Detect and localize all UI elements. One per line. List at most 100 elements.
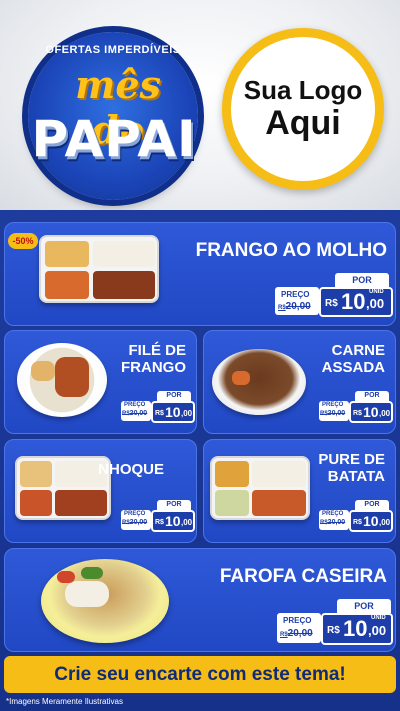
food-rice — [31, 361, 55, 381]
product-title: NHOQUE — [98, 461, 164, 478]
cta-banner[interactable]: Crie seu encarte com este tema! — [4, 656, 396, 693]
price-tag: POR PREÇO R$20,00 R$ 10 ,00 UNID — [277, 599, 393, 649]
price-integer: 10 — [363, 513, 379, 529]
currency: R$ — [155, 519, 164, 526]
por-label: POR — [157, 391, 191, 401]
food-image — [15, 456, 111, 520]
currency: R$ — [353, 519, 362, 526]
old-price: R$20,00 — [122, 519, 147, 526]
price-decimal: ,00 — [379, 409, 391, 418]
old-price-box: PREÇO R$20,00 — [275, 287, 319, 315]
old-price: R$20,00 — [320, 410, 345, 417]
new-price-box: R$ 10 ,00 — [349, 510, 393, 532]
price-decimal: ,00 — [366, 296, 385, 311]
currency: R$ — [325, 298, 338, 309]
unit-label: UNID — [371, 615, 386, 621]
header-banner: OFERTAS IMPERDÍVEIS mês do PAPAI Sua Log… — [0, 0, 400, 212]
price-integer: 10 — [165, 513, 181, 529]
preco-label: PREÇO — [124, 511, 146, 517]
old-price-value: 20,00 — [129, 410, 148, 417]
old-price-value: 20,00 — [287, 628, 313, 639]
old-price: R$20,00 — [320, 519, 345, 526]
price-integer: 10 — [343, 616, 368, 641]
new-price-box: R$ 10 ,00 UNID — [321, 613, 393, 645]
food-mashed-potato — [215, 490, 249, 516]
food-image — [41, 559, 169, 643]
product-card-frango-ao-molho[interactable]: FRANGO AO MOLHO POR PREÇO R$20,00 R$ 10 … — [4, 222, 396, 326]
product-title: FAROFA CASEIRA — [219, 566, 387, 587]
product-card-file-de-frango[interactable]: FILÉ DE FRANGO POR PREÇO R$20,00 R$ 10 ,0… — [4, 330, 197, 434]
logo-placeholder[interactable]: Sua Logo Aqui — [222, 28, 384, 190]
preco-label: PREÇO — [124, 402, 146, 408]
old-price-box: PREÇO R$20,00 — [319, 401, 349, 421]
price-decimal: ,00 — [368, 623, 387, 638]
old-currency: R$ — [280, 632, 288, 638]
unit-label: UNID — [369, 289, 384, 295]
preco-label: PREÇO — [281, 290, 310, 299]
food-pasta — [20, 461, 52, 487]
discount-badge: -50% — [8, 233, 38, 249]
food-rice — [65, 581, 109, 607]
food-tomato — [57, 571, 75, 583]
old-currency: R$ — [320, 411, 328, 417]
price-decimal: ,00 — [181, 518, 193, 527]
old-price-box: PREÇO R$20,00 — [121, 401, 151, 421]
food-chicken — [93, 271, 155, 299]
logo-line2: Aqui — [265, 103, 341, 142]
price-integer: 10 — [363, 404, 379, 420]
food-image — [210, 456, 310, 520]
food-carrot — [45, 271, 89, 299]
food-rice-yellow — [45, 241, 89, 267]
price-decimal: ,00 — [181, 409, 193, 418]
product-title: FRANGO AO MOLHO — [195, 240, 387, 261]
food-image — [39, 235, 159, 303]
old-price: R$20,00 — [280, 628, 313, 639]
product-title: CARNE ASSADA — [321, 342, 385, 376]
mes-do-papai-badge: OFERTAS IMPERDÍVEIS mês do PAPAI — [8, 22, 213, 200]
old-currency: R$ — [278, 305, 286, 311]
product-card-pure-de-batata[interactable]: PURE DE BATATA POR PREÇO R$20,00 R$ 10 ,0… — [203, 439, 396, 543]
food-gnocchi — [20, 490, 52, 516]
price-integer: 10 — [165, 404, 181, 420]
old-price-box: PREÇO R$20,00 — [121, 510, 151, 530]
product-card-farofa-caseira[interactable]: FAROFA CASEIRA POR PREÇO R$20,00 R$ 10 ,… — [4, 548, 396, 652]
title-line1: CARNE — [331, 342, 385, 359]
new-price-box: R$ 10 ,00 — [349, 401, 393, 423]
currency: R$ — [155, 410, 164, 417]
por-label: POR — [335, 273, 389, 287]
product-card-nhoque[interactable]: NHOQUE POR PREÇO R$20,00 R$ 10 ,00 — [4, 439, 197, 543]
old-price: R$20,00 — [278, 301, 311, 312]
currency: R$ — [353, 410, 362, 417]
old-price-box: PREÇO R$20,00 — [277, 613, 321, 643]
new-price-box: R$ 10 ,00 — [151, 510, 195, 532]
title-line2: ASSADA — [321, 358, 385, 376]
title-line2: BATATA — [327, 467, 385, 485]
old-price: R$20,00 — [122, 410, 147, 417]
product-card-carne-assada[interactable]: CARNE ASSADA POR PREÇO R$20,00 R$ 10 ,00 — [203, 330, 396, 434]
por-label: POR — [355, 391, 389, 401]
old-price-value: 20,00 — [129, 519, 148, 526]
por-label: POR — [355, 500, 389, 510]
food-sauce — [55, 490, 107, 516]
preco-label: PREÇO — [322, 402, 344, 408]
preco-label: PREÇO — [322, 511, 344, 517]
por-label: POR — [337, 599, 391, 613]
new-price-box: R$ 10 ,00 — [151, 401, 195, 423]
badge-top-text: OFERTAS IMPERDÍVEIS — [45, 44, 181, 56]
currency: R$ — [327, 625, 340, 636]
new-price-box: R$ 10 ,00 UNID — [319, 287, 393, 317]
price-tag: POR PREÇO R$20,00 R$ 10 ,00 UNID — [275, 273, 393, 319]
badge-papai-text: PAPAI — [31, 110, 197, 168]
preco-label: PREÇO — [283, 616, 312, 625]
price-tag: POR PREÇO R$20,00 R$ 10 ,00 — [121, 500, 195, 534]
price-integer: 10 — [341, 289, 366, 314]
footnote: *Imagens Meramente Ilustrativas — [6, 697, 123, 706]
title-line2: FRANGO — [121, 358, 186, 376]
old-currency: R$ — [320, 520, 328, 526]
food-corn — [215, 461, 249, 487]
title-line1: FILÉ DE — [128, 342, 186, 359]
title-line1: PURE DE — [318, 451, 385, 468]
price-tag: POR PREÇO R$20,00 R$ 10 ,00 — [319, 391, 393, 425]
old-price-value: 20,00 — [285, 301, 311, 312]
old-price-box: PREÇO R$20,00 — [319, 510, 349, 530]
